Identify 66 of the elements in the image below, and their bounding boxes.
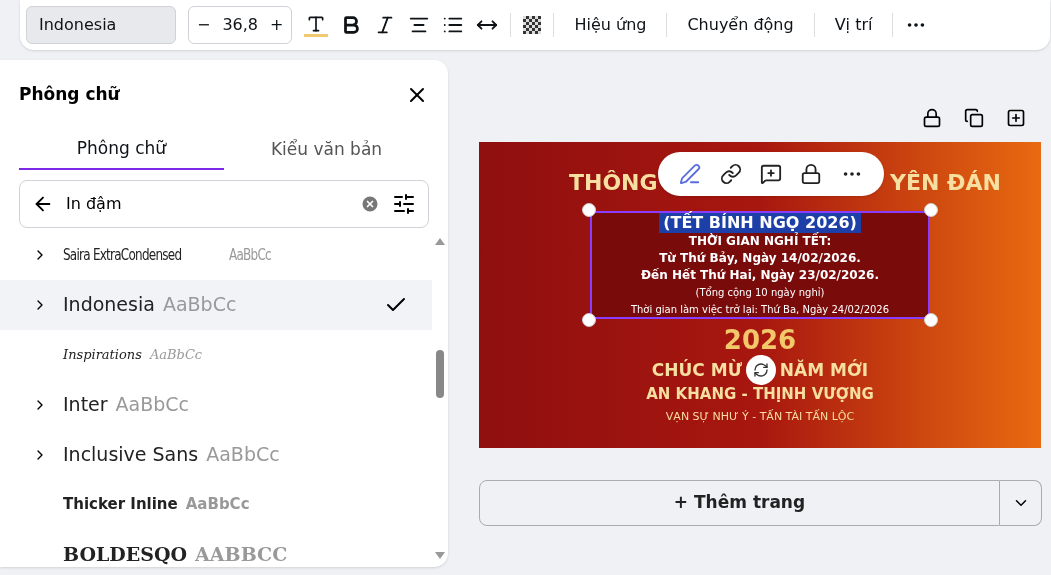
- font-dropdown[interactable]: Indonesia: [26, 6, 176, 44]
- design-text-line: (Tổng cộng 10 ngày nghỉ): [695, 285, 825, 300]
- magic-pen-icon[interactable]: [679, 163, 702, 185]
- rotate-handle[interactable]: [745, 355, 776, 385]
- scrollbar-thumb[interactable]: [436, 349, 444, 398]
- filter-icon[interactable]: [392, 191, 416, 216]
- font-sample: AaBbCc: [228, 243, 271, 266]
- font-list-item[interactable]: BOLDESQO AABBCC: [0, 529, 432, 567]
- animate-button[interactable]: Chuyển động: [679, 13, 802, 37]
- add-icon[interactable]: [1006, 108, 1026, 128]
- clear-icon[interactable]: [360, 193, 380, 214]
- decrease-size-button[interactable]: −: [197, 13, 211, 37]
- panel-title: Phông chữ: [19, 83, 120, 106]
- lock-icon[interactable]: [922, 108, 942, 128]
- add-page-button[interactable]: + Thêm trang: [479, 480, 1000, 526]
- resize-handle[interactable]: [924, 313, 938, 327]
- design-greeting: CHÚC MỪ: [651, 360, 742, 380]
- font-name: Inspirations: [63, 345, 142, 364]
- font-sample: AABBCC: [195, 542, 288, 567]
- design-year: 2026: [723, 325, 797, 355]
- transparency-icon[interactable]: [523, 16, 542, 34]
- font-list-item[interactable]: Thicker Inline AaBbCc: [0, 479, 432, 530]
- scroll-down-icon[interactable]: [435, 552, 445, 559]
- design-title: YÊN ĐÁN: [890, 169, 1001, 197]
- resize-handle[interactable]: [582, 313, 596, 327]
- design-canvas[interactable]: [479, 142, 1041, 448]
- lock-icon[interactable]: [800, 163, 823, 185]
- resize-handle[interactable]: [582, 203, 596, 217]
- tab[interactable]: Phông chữ: [19, 129, 224, 170]
- position-button[interactable]: Vị trí: [826, 13, 881, 37]
- effects-button[interactable]: Hiệu ứng: [566, 13, 655, 37]
- search-field[interactable]: In đậm: [19, 179, 429, 228]
- increase-size-button[interactable]: +: [270, 13, 284, 37]
- font-name: Inclusive Sans: [63, 442, 199, 468]
- design-wish: AN KHANG - THỊNH VƯỢNG: [646, 385, 874, 403]
- design-text-line: Từ Thứ Bảy, Ngày 14/02/2026.: [659, 250, 861, 267]
- font-name: Thicker Inline: [63, 494, 178, 516]
- font-list-item[interactable]: Inspirations AaBbCc: [0, 329, 432, 380]
- design-title: THÔNG: [569, 169, 658, 197]
- font-sample: AaBbCc: [115, 392, 190, 418]
- font-sample: AaBbCc: [206, 442, 280, 468]
- font-name: Inter: [63, 392, 108, 418]
- resize-handle[interactable]: [924, 203, 938, 217]
- font-sample: AaBbCc: [162, 292, 237, 318]
- comment-icon[interactable]: [759, 163, 782, 185]
- duplicate-icon[interactable]: [964, 108, 984, 128]
- search-input[interactable]: In đậm: [66, 191, 348, 216]
- design-greeting: NĂM MỚI: [779, 360, 869, 380]
- design-text-line: THỜI GIAN NGHỈ TẾT:: [688, 233, 832, 250]
- font-list-item[interactable]: Inter AaBbCc: [0, 379, 432, 430]
- font-name: Indonesia: [63, 292, 155, 318]
- link-icon[interactable]: [719, 163, 742, 185]
- design-footer: VẠN SỰ NHƯ Ý - TẤN TÀI TẤN LỘC: [665, 409, 855, 426]
- font-list-item[interactable]: Saira ExtraCondensed AaBbCc: [0, 229, 432, 280]
- font-size-value[interactable]: 36,8: [222, 13, 259, 37]
- design-text-line: Đến Hết Thứ Hai, Ngày 23/02/2026.: [641, 267, 879, 284]
- font-list-item[interactable]: Indonesia AaBbCc: [0, 279, 432, 330]
- font-sample: AaBbCc: [149, 345, 203, 364]
- font-name: Saira ExtraCondensed: [63, 243, 182, 266]
- selected-text-box[interactable]: (TẾT BÍNH NGỌ 2026) THỜI GIAN NGHỈ TẾT: Từ Thứ Bảy, Ngày 14/02/2026. Đến Hết Thứ Hai, Ngày 23/02/2026. (Tổng cộng 10 ngày nghỉ) Thời gian làm việc trở lại: Thứ Ba, Ngày 24/02/2026: [590, 211, 930, 319]
- design-text-line: Thời gian làm việc trở lại: Thứ Ba, Ngày 24/02/2026: [630, 303, 890, 318]
- scroll-up-icon[interactable]: [435, 237, 445, 245]
- font-sample: AaBbCc: [185, 494, 250, 516]
- font-name: BOLDESQO: [63, 542, 188, 567]
- tab[interactable]: Kiểu văn bản: [224, 129, 429, 170]
- font-list-item[interactable]: Inclusive Sans AaBbCc: [0, 429, 432, 480]
